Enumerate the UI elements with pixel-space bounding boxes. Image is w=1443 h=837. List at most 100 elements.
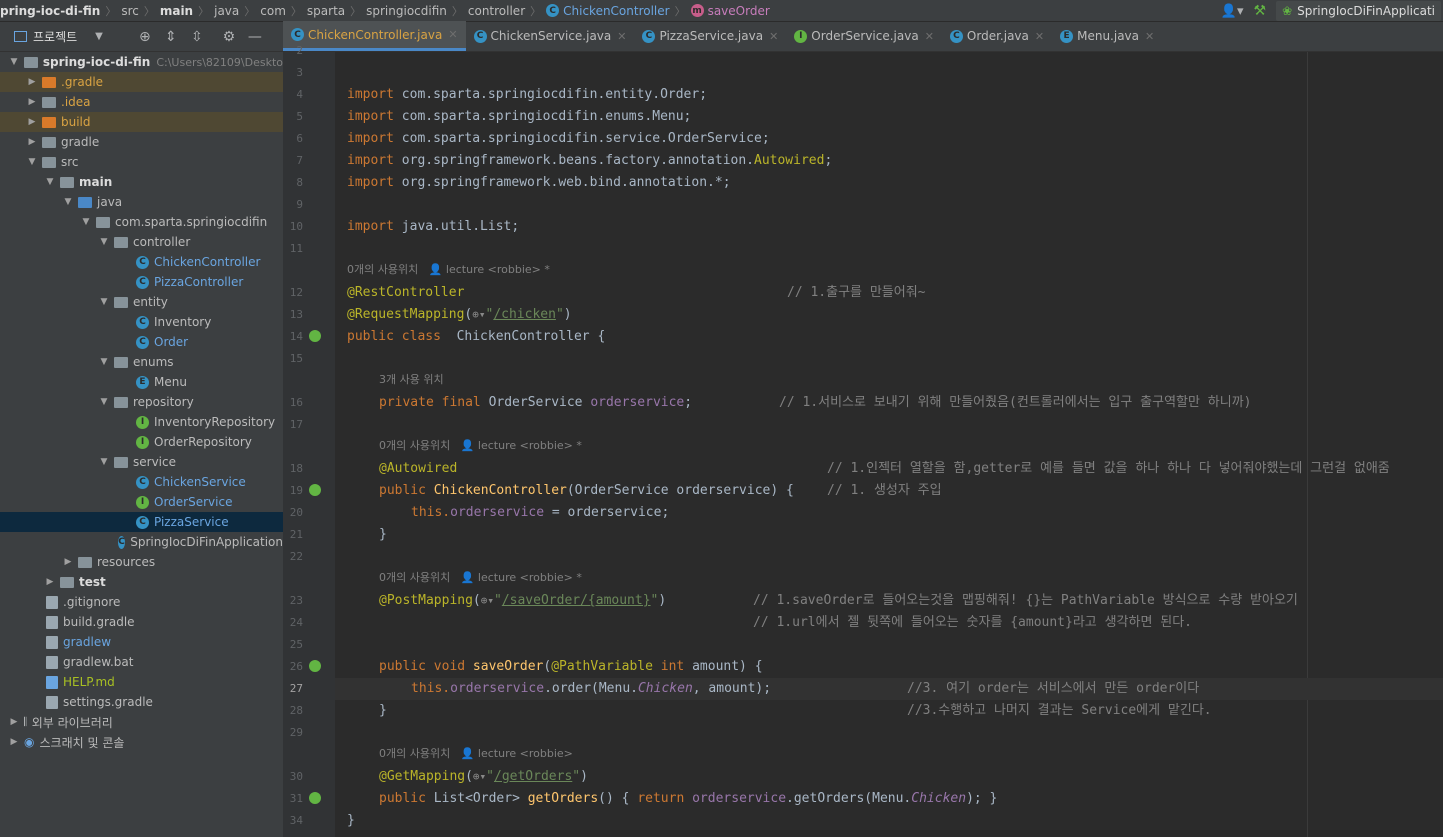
tab-menu[interactable]: E Menu.java ✕: [1052, 21, 1162, 51]
bean-gutter-icon[interactable]: [309, 484, 321, 496]
tree-item-entity[interactable]: ▼ entity: [0, 292, 283, 312]
close-icon[interactable]: ✕: [1035, 30, 1044, 43]
close-icon[interactable]: ✕: [925, 30, 934, 43]
tree-item-build-gradle[interactable]: build.gradle: [0, 612, 283, 632]
breadcrumb-item-main[interactable]: main: [160, 4, 193, 18]
breadcrumb-item-controller[interactable]: controller: [468, 4, 525, 18]
globe-icon: ⊕▾: [480, 594, 494, 607]
tab-pizza-service[interactable]: C PizzaService.java ✕: [634, 21, 786, 51]
tree-item-idea[interactable]: ▶ .idea: [0, 92, 283, 112]
close-icon[interactable]: ✕: [448, 28, 457, 41]
breadcrumb-item-class[interactable]: ChickenController: [563, 4, 669, 18]
tree-item-application[interactable]: C SpringIocDiFinApplication: [0, 532, 283, 552]
chevron-right-icon: ▶: [28, 97, 36, 107]
tree-item-help-md[interactable]: HELP.md: [0, 672, 283, 692]
project-toolbar: 프로젝트 ▼ ⊕ ⇕ ⇳ ⚙ —: [0, 22, 283, 52]
tab-chicken-controller[interactable]: C ChickenController.java ✕: [283, 21, 466, 51]
tree-item-order-repository[interactable]: I OrderRepository: [0, 432, 283, 452]
url-string[interactable]: /saveOrder/{amount}: [502, 593, 651, 608]
annotation: @PathVariable: [551, 659, 661, 674]
build-hammer-icon[interactable]: ⚒: [1254, 3, 1267, 19]
tree-item-enums[interactable]: ▼ enums: [0, 352, 283, 372]
breadcrumb-item-sparta[interactable]: sparta: [307, 4, 345, 18]
tree-item-scratches[interactable]: ▶ ◉ 스크래치 및 콘솔: [0, 732, 283, 752]
tree-label: .gitignore: [63, 595, 121, 609]
breadcrumb-item-com[interactable]: com: [260, 4, 286, 18]
run-configuration-selector[interactable]: ❀ SpringIocDiFinApplicati: [1276, 1, 1441, 21]
tree-item-service[interactable]: ▼ service: [0, 452, 283, 472]
tree-item-package[interactable]: ▼ com.sparta.springiocdifin: [0, 212, 283, 232]
tree-item-main[interactable]: ▼ main: [0, 172, 283, 192]
tree-item-gradle-dir[interactable]: ▶ .gradle: [0, 72, 283, 92]
usage-hint[interactable]: 0개의 사용위치 👤 lecture <robbie> *: [379, 568, 582, 588]
url-string[interactable]: /getOrders: [494, 769, 572, 784]
tree-item-pizza-service[interactable]: C PizzaService: [0, 512, 283, 532]
tree-item-src[interactable]: ▼ src: [0, 152, 283, 172]
chevron-right-icon: ▶: [28, 77, 36, 87]
tab-order-service[interactable]: I OrderService.java ✕: [786, 21, 942, 51]
code-text: }: [379, 703, 387, 718]
project-view-title[interactable]: 프로젝트: [33, 28, 77, 45]
tree-item-gradle[interactable]: ▶ gradle: [0, 132, 283, 152]
tree-item-chicken-controller[interactable]: C ChickenController: [0, 252, 283, 272]
tab-chicken-service[interactable]: C ChickenService.java ✕: [466, 21, 635, 51]
code-editor[interactable]: import com.sparta.springiocdifin.entity.…: [335, 52, 1443, 837]
chevron-down-icon[interactable]: ▼: [95, 31, 103, 42]
comment: // 1.url에서 젤 뒷쪽에 들어오는 숫자를 {amount}라고 생각하…: [753, 615, 1192, 630]
line-number: 34: [289, 814, 303, 827]
tree-item-root[interactable]: ▼ spring-ioc-di-fin C:\Users\82109\Deskto: [0, 52, 284, 72]
close-icon[interactable]: ✕: [769, 30, 778, 43]
tree-item-gradlew-bat[interactable]: gradlew.bat: [0, 652, 283, 672]
author-hint: lecture <robbie> *: [477, 571, 582, 584]
tree-label: PizzaService: [154, 515, 229, 529]
close-icon[interactable]: ✕: [1145, 30, 1154, 43]
user-icon[interactable]: 👤▾: [1221, 4, 1244, 19]
tree-item-test[interactable]: ▶ test: [0, 572, 283, 592]
tree-item-settings-gradle[interactable]: settings.gradle: [0, 692, 283, 712]
breadcrumb-item-project[interactable]: pring-ioc-di-fin: [0, 4, 100, 18]
tab-order[interactable]: C Order.java ✕: [942, 21, 1052, 51]
tree-label: InventoryRepository: [154, 415, 276, 429]
tree-item-order-service[interactable]: I OrderService: [0, 492, 283, 512]
gear-icon[interactable]: ⚙: [221, 29, 237, 45]
tree-item-pizza-controller[interactable]: C PizzaController: [0, 272, 283, 292]
spring-boot-class-icon: C: [118, 535, 126, 549]
breadcrumb-item-src[interactable]: src: [121, 4, 139, 18]
breadcrumb-item-springiocdifin[interactable]: springiocdifin: [366, 4, 447, 18]
tree-item-gitignore[interactable]: .gitignore: [0, 592, 283, 612]
tree-item-controller[interactable]: ▼ controller: [0, 232, 283, 252]
minimize-icon[interactable]: —: [247, 29, 263, 45]
tree-label: test: [79, 575, 106, 589]
close-icon[interactable]: ✕: [617, 30, 626, 43]
collapse-all-icon[interactable]: ⇳: [189, 29, 205, 45]
locate-icon[interactable]: ⊕: [137, 29, 153, 45]
keyword: import: [347, 109, 394, 124]
usage-hint[interactable]: 0개의 사용위치 👤 lecture <robbie>: [379, 744, 573, 764]
code-line-19: public ChickenController(OrderService or…: [335, 480, 1443, 502]
tree-item-menu[interactable]: E Menu: [0, 372, 283, 392]
url-string[interactable]: /chicken: [493, 307, 556, 322]
usage-hint[interactable]: 0개의 사용위치 👤 lecture <robbie> *: [379, 436, 582, 456]
tree-item-inventory-repository[interactable]: I InventoryRepository: [0, 412, 283, 432]
endpoint-gutter-icon[interactable]: [309, 792, 321, 804]
endpoint-gutter-icon[interactable]: [309, 660, 321, 672]
expand-all-icon[interactable]: ⇕: [163, 29, 179, 45]
bean-gutter-icon[interactable]: [309, 330, 321, 342]
tree-item-inventory[interactable]: C Inventory: [0, 312, 283, 332]
usage-hint[interactable]: 0개의 사용위치 👤 lecture <robbie> *: [347, 260, 550, 280]
keyword: import: [347, 87, 394, 102]
tree-item-repository[interactable]: ▼ repository: [0, 392, 283, 412]
tree-item-java[interactable]: ▼ java: [0, 192, 283, 212]
tree-item-build[interactable]: ▶ build: [0, 112, 283, 132]
tree-item-order[interactable]: C Order: [0, 332, 283, 352]
tree-item-external-libraries[interactable]: ▶ 𝄃 외부 라이브러리: [0, 712, 283, 732]
code-text: amount) {: [692, 659, 763, 674]
tree-item-gradlew[interactable]: gradlew: [0, 632, 283, 652]
tree-item-resources[interactable]: ▶ resources: [0, 552, 283, 572]
breadcrumb-item-java[interactable]: java: [214, 4, 239, 18]
line-number: 3: [296, 66, 303, 79]
tree-label: Order: [154, 335, 189, 349]
usage-hint[interactable]: 3개 사용 위치: [379, 370, 444, 390]
tree-item-chicken-service[interactable]: C ChickenService: [0, 472, 283, 492]
breadcrumb-item-method[interactable]: saveOrder: [708, 4, 770, 18]
